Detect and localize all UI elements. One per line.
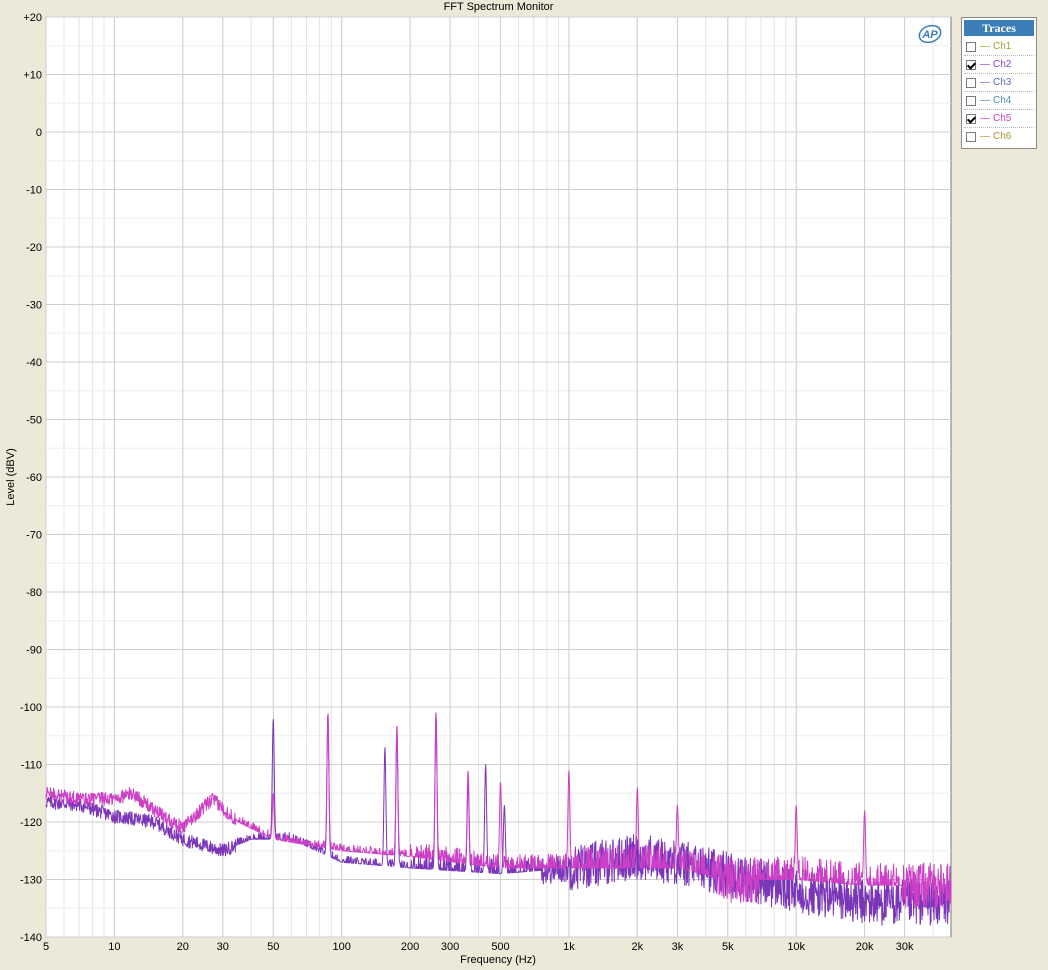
x-tick-label: 10 xyxy=(108,941,120,953)
y-tick-label: -20 xyxy=(26,242,42,254)
x-tick-label: 2k xyxy=(631,941,643,953)
y-axis-ticks: +20 +10 0 -10 -20 -30 -40 -50 -60 -70 -80 -90 -100 -1… xyxy=(20,12,42,944)
y-tick-label: -50 xyxy=(26,415,42,427)
trace-color-swatch: — xyxy=(980,59,990,70)
y-tick-label: -30 xyxy=(26,300,42,312)
legend-item-ch5[interactable]: — Ch5 xyxy=(964,110,1034,128)
legend-label: Ch4 xyxy=(993,95,1012,106)
trace-color-swatch: — xyxy=(980,131,990,142)
trace-color-swatch: — xyxy=(980,113,990,124)
y-tick-label: -70 xyxy=(26,530,42,542)
x-axis-title: Frequency (Hz) xyxy=(460,954,536,966)
trace-color-swatch: — xyxy=(980,77,990,88)
legend-item-ch6[interactable]: — Ch6 xyxy=(964,128,1034,145)
trace-color-swatch: — xyxy=(980,95,990,106)
traces-legend: Traces — Ch1— Ch2— Ch3— Ch4— Ch5— Ch6 xyxy=(961,17,1037,149)
x-tick-label: 20 xyxy=(177,941,189,953)
x-axis-ticks: 5 10 20 30 50 100 200 300 500 1k 2k 3k 5k 10k 20k 30k xyxy=(43,941,914,953)
ap-logo-text: AP xyxy=(921,29,938,41)
y-tick-label: -60 xyxy=(26,472,42,484)
checkbox-ch6[interactable] xyxy=(966,131,976,142)
x-tick-label: 20k xyxy=(856,941,874,953)
legend-item-ch3[interactable]: — Ch3 xyxy=(964,74,1034,92)
x-tick-label: 30k xyxy=(896,941,914,953)
fft-chart: 5 10 20 30 50 100 200 300 500 1k 2k 3k 5k 10k 20k 30k +… xyxy=(5,12,952,966)
y-tick-label: -120 xyxy=(20,817,42,829)
x-tick-label: 500 xyxy=(491,941,509,953)
legend-label: Ch5 xyxy=(993,113,1012,124)
y-tick-label: -100 xyxy=(20,702,42,714)
checkbox-ch4[interactable] xyxy=(966,95,976,106)
legend-label: Ch6 xyxy=(993,131,1012,142)
y-axis-title: Level (dBV) xyxy=(5,448,17,505)
y-tick-label: -140 xyxy=(20,932,42,944)
x-tick-label: 1k xyxy=(563,941,575,953)
checkbox-ch1[interactable] xyxy=(966,41,976,52)
y-tick-label: 0 xyxy=(36,127,42,139)
legend-label: Ch3 xyxy=(993,77,1012,88)
y-tick-label: +10 xyxy=(23,70,42,82)
y-tick-label: -130 xyxy=(20,875,42,887)
x-tick-label: 300 xyxy=(441,941,459,953)
x-tick-label: 100 xyxy=(333,941,351,953)
checkbox-ch5[interactable] xyxy=(966,113,976,124)
checkbox-ch3[interactable] xyxy=(966,77,976,88)
x-tick-label: 50 xyxy=(267,941,279,953)
y-tick-label: -90 xyxy=(26,645,42,657)
x-tick-label: 3k xyxy=(672,941,684,953)
x-tick-label: 5 xyxy=(43,941,49,953)
y-tick-label: -10 xyxy=(26,185,42,197)
legend-label: Ch2 xyxy=(993,59,1012,70)
y-tick-label: -110 xyxy=(21,760,42,772)
y-tick-label: -40 xyxy=(26,357,42,369)
legend-item-ch2[interactable]: — Ch2 xyxy=(964,56,1034,74)
trace-color-swatch: — xyxy=(980,41,990,52)
y-tick-label: -80 xyxy=(26,587,42,599)
x-tick-label: 5k xyxy=(722,941,734,953)
y-tick-label: +20 xyxy=(23,12,42,24)
legend-item-ch1[interactable]: — Ch1 xyxy=(964,38,1034,56)
legend-item-ch4[interactable]: — Ch4 xyxy=(964,92,1034,110)
legend-header: Traces xyxy=(964,20,1034,36)
legend-items: — Ch1— Ch2— Ch3— Ch4— Ch5— Ch6 xyxy=(962,38,1036,145)
legend-label: Ch1 xyxy=(993,41,1012,52)
x-tick-label: 10k xyxy=(787,941,805,953)
x-tick-label: 200 xyxy=(401,941,419,953)
x-tick-label: 30 xyxy=(217,941,229,953)
checkbox-ch2[interactable] xyxy=(966,59,976,70)
